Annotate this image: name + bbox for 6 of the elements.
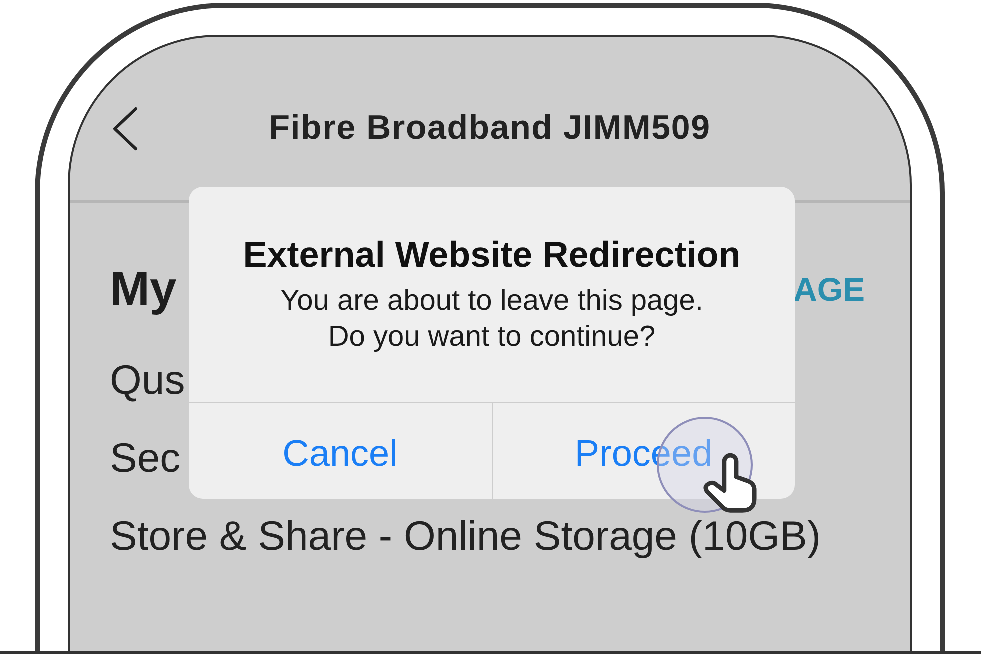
- list-item[interactable]: Store & Share - Online Storage (10GB): [110, 497, 865, 575]
- page-title: Fibre Broadband JIMM509: [269, 109, 711, 148]
- dialog-title: External Website Redirection: [242, 234, 742, 276]
- section-heading: My: [110, 264, 177, 316]
- dialog-message: You are about to leave this page. Do you want to continue?: [280, 284, 704, 355]
- back-chevron-icon[interactable]: [112, 106, 138, 150]
